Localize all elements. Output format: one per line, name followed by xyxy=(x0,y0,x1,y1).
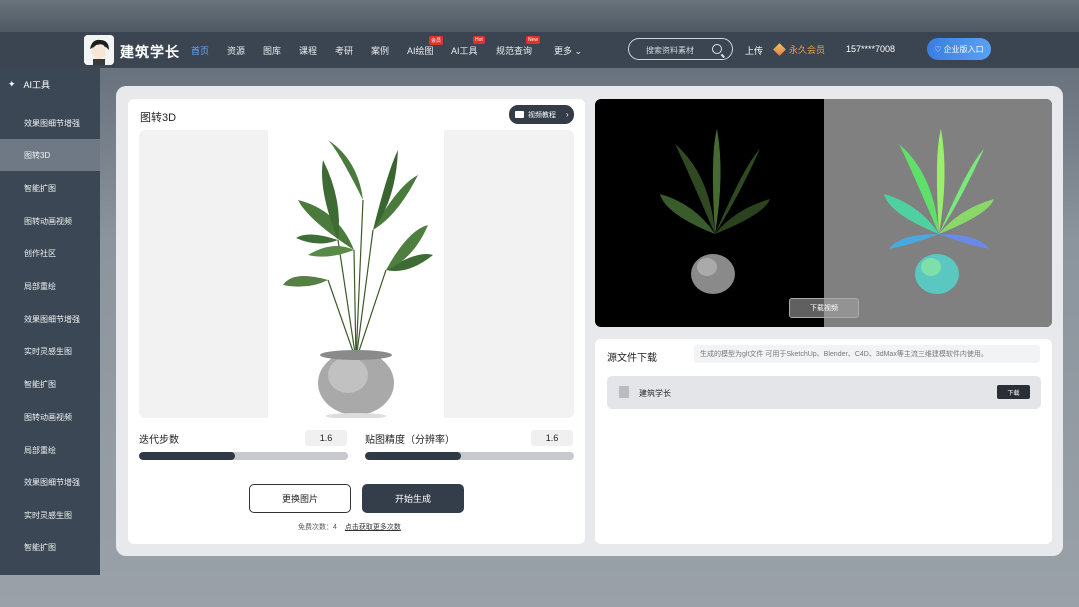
top-navbar: 建筑学长 首页 资源 图库 课程 考研 案例 AI绘图 会员 AI工具 Hot … xyxy=(0,32,1079,68)
video-tutorial-button[interactable]: 视频教程 › xyxy=(509,105,574,124)
vip-label: 永久会员 xyxy=(789,45,826,55)
nav-standards[interactable]: 规范查询 New xyxy=(496,36,541,57)
change-image-button[interactable]: 更换图片 xyxy=(249,484,351,513)
sidebar: ✦ AI工具 效果图细节增强 图转3D 智能扩图 图转动画视频 创作社区 局部重… xyxy=(0,68,100,575)
hot-badge: Hot xyxy=(473,36,485,44)
iteration-steps-label: 迭代步数 xyxy=(139,435,179,446)
sidebar-item-image-to-video-2[interactable]: 图转动画视频 xyxy=(0,401,100,433)
sidebar-item-detail-enhance-3[interactable]: 效果图细节增强 xyxy=(0,466,100,498)
logo-avatar[interactable] xyxy=(84,35,114,65)
texture-precision-fill xyxy=(365,452,462,460)
free-count-line: 免费次数：4 点击获取更多次数 xyxy=(298,522,401,532)
source-file-hint: 生成的模型为glt文件 可用于SketchUp、Blender、C4D、3dMa… xyxy=(694,345,1040,363)
chevron-down-icon: ⌄ xyxy=(574,46,583,56)
upload-link[interactable]: 上传 xyxy=(745,44,763,57)
sidebar-item-outpaint-3[interactable]: 智能扩图 xyxy=(0,531,100,563)
member-badge: 会员 xyxy=(429,36,444,45)
sidebar-item-image-to-video[interactable]: 图转动画视频 xyxy=(0,205,100,237)
diamond-icon xyxy=(773,43,786,56)
enterprise-button[interactable]: ♡ 企业版入口 xyxy=(927,38,991,60)
nav-resources[interactable]: 资源 xyxy=(227,44,245,57)
sidebar-item-image-to-3d[interactable]: 图转3D xyxy=(0,139,100,171)
file-name: 建筑学长 xyxy=(639,389,671,398)
free-count-text: 免费次数：4 xyxy=(298,524,337,531)
model-preview[interactable]: 下载视频 xyxy=(595,99,1052,327)
sidebar-item-detail-enhance[interactable]: 效果图细节增强 xyxy=(0,107,100,139)
mesh-plant-render xyxy=(884,129,994,294)
get-more-link[interactable]: 点击获取更多次数 xyxy=(345,524,401,531)
search-icon[interactable] xyxy=(712,44,722,54)
texture-precision-slider[interactable] xyxy=(365,452,574,460)
sidebar-item-inpaint-2[interactable]: 局部重绘 xyxy=(0,434,100,466)
source-file-panel: 源文件下载 生成的模型为glt文件 可用于SketchUp、Blender、C4… xyxy=(595,339,1052,544)
new-badge: New xyxy=(526,36,541,44)
download-video-button[interactable]: 下载视频 xyxy=(789,298,859,318)
mesh-render-area xyxy=(824,99,1052,327)
nav-ai-drawing[interactable]: AI绘图 会员 xyxy=(407,36,444,57)
file-icon xyxy=(619,386,629,398)
search-placeholder: 搜索资料素材 xyxy=(646,46,694,55)
dark-plant-render xyxy=(660,129,770,294)
brand-name[interactable]: 建筑学长 xyxy=(120,42,180,62)
sidebar-item-detail-enhance-2[interactable]: 效果图细节增强 xyxy=(0,303,100,335)
nav-gallery[interactable]: 图库 xyxy=(263,44,281,57)
avatar-illustration-icon xyxy=(84,35,114,65)
file-download-button[interactable]: 下载 xyxy=(997,385,1030,399)
nav-home[interactable]: 首页 xyxy=(191,44,209,57)
nav-cases[interactable]: 案例 xyxy=(371,44,389,57)
sidebar-item-outpaint[interactable]: 智能扩图 xyxy=(0,172,100,204)
sidebar-item-live-inspiration[interactable]: 实时灵感生图 xyxy=(0,335,100,367)
nav-ai-tools-label: AI工具 xyxy=(451,46,478,56)
source-file-title: 源文件下载 xyxy=(607,353,657,364)
source-image-canvas xyxy=(268,130,444,418)
heart-icon: ♡ xyxy=(934,44,942,54)
video-icon xyxy=(515,111,524,118)
nav-ai-tools[interactable]: AI工具 Hot xyxy=(451,36,485,57)
top-backdrop xyxy=(0,0,1079,32)
nav-courses[interactable]: 课程 xyxy=(299,44,317,57)
texture-precision-value[interactable]: 1.6 xyxy=(531,430,573,446)
source-image-area[interactable] xyxy=(139,130,574,418)
iteration-steps-value[interactable]: 1.6 xyxy=(305,430,347,446)
ai-tools-icon: ✦ xyxy=(8,78,16,89)
nav-postgrad[interactable]: 考研 xyxy=(335,44,353,57)
sidebar-header[interactable]: ✦ AI工具 xyxy=(0,68,100,100)
nav-more[interactable]: 更多 ⌄ xyxy=(554,44,582,57)
start-generate-button[interactable]: 开始生成 xyxy=(362,484,464,513)
chevron-right-icon: › xyxy=(566,110,569,119)
user-phone[interactable]: 157****7008 xyxy=(846,44,895,54)
search-input[interactable]: 搜索资料素材 xyxy=(628,38,733,60)
nav-more-label: 更多 xyxy=(554,46,573,56)
texture-precision-label: 贴图精度（分辨率） xyxy=(365,435,455,446)
iteration-steps-fill xyxy=(139,452,236,460)
sidebar-header-label: AI工具 xyxy=(23,79,51,90)
nav-ai-drawing-label: AI绘图 xyxy=(407,46,434,56)
iteration-steps-slider[interactable] xyxy=(139,452,348,460)
file-row[interactable]: 建筑学长 下载 xyxy=(607,376,1041,409)
sidebar-item-outpaint-2[interactable]: 智能扩图 xyxy=(0,368,100,400)
sidebar-item-live-inspiration-2[interactable]: 实时灵感生图 xyxy=(0,499,100,531)
tool-panel: 图转3D 视频教程 › 迭代步数 1.6 贴图精度（分辨率） 1.6 更换图片 … xyxy=(128,99,585,544)
enterprise-label: 企业版入口 xyxy=(943,44,984,54)
vip-link[interactable]: 永久会员 xyxy=(773,43,826,56)
tool-title: 图转3D xyxy=(140,112,177,124)
nav-standards-label: 规范查询 xyxy=(496,46,533,56)
video-tutorial-label: 视频教程 xyxy=(528,111,556,119)
sidebar-item-inpaint[interactable]: 局部重绘 xyxy=(0,270,100,302)
sidebar-item-community[interactable]: 创作社区 xyxy=(0,237,100,269)
potted-plant-image xyxy=(283,140,433,418)
